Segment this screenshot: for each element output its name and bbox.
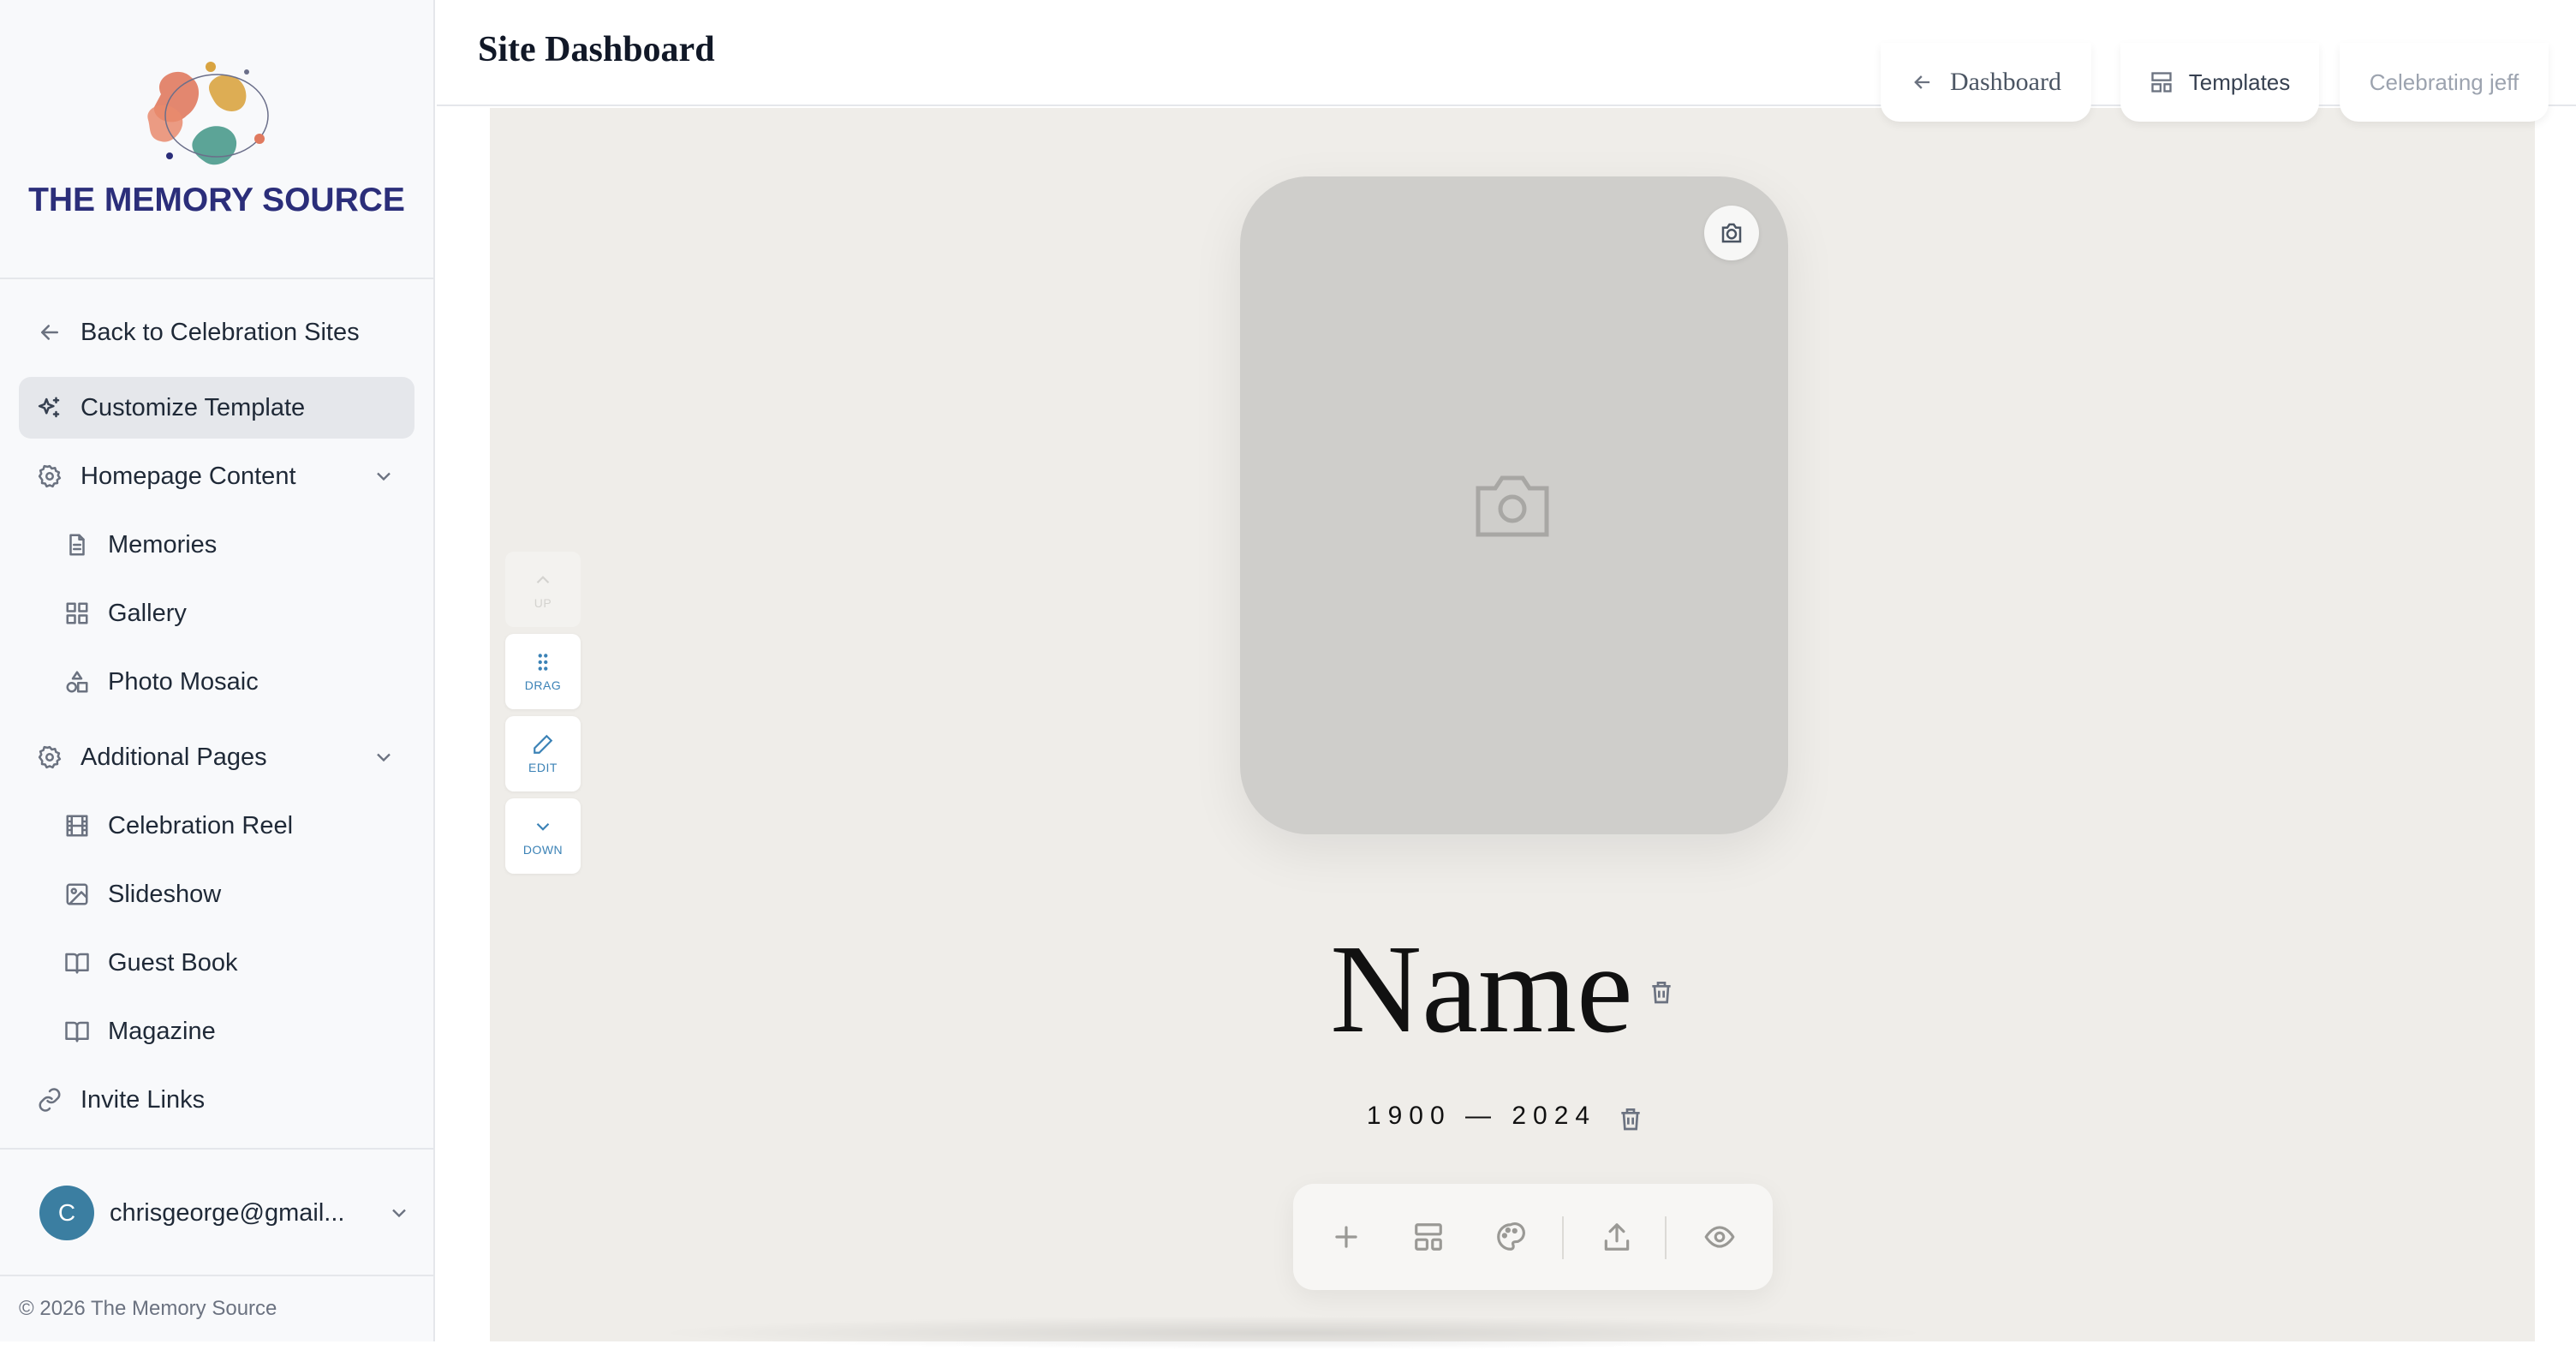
drag-label: DRAG [524, 678, 562, 692]
delete-dates-button[interactable] [1617, 1105, 1644, 1132]
brand-logo-icon [144, 60, 281, 176]
preview-button[interactable] [1692, 1210, 1747, 1264]
plus-icon [1335, 1226, 1357, 1248]
delete-name-button[interactable] [1648, 978, 1675, 1006]
chevron-down-icon [536, 822, 550, 831]
move-up-button[interactable]: UP [505, 552, 581, 627]
arrow-left-icon [1914, 75, 1930, 89]
layout-button[interactable] [1401, 1210, 1456, 1264]
sidebar-item-photo-mosaic[interactable]: Photo Mosaic [46, 651, 414, 713]
templates-button[interactable]: Templates [2120, 43, 2319, 122]
sidebar-item-customize-template[interactable]: Customize Template [19, 377, 414, 439]
sidebar-item-memories[interactable]: Memories [46, 514, 414, 576]
toolbar-divider [1562, 1216, 1564, 1259]
eye-icon [1704, 1226, 1735, 1248]
sidebar-item-guest-book[interactable]: Guest Book [46, 932, 414, 994]
sidebar-item-magazine[interactable]: Magazine [46, 1001, 414, 1062]
image-icon [46, 863, 108, 925]
palette-icon [1497, 1222, 1525, 1251]
logo-area: THE MEMORY SOURCE [0, 0, 433, 279]
sidebar-item-label: Invite Links [80, 1085, 206, 1114]
site-name-button[interactable]: Celebrating jeff [2340, 43, 2549, 122]
toolbar-divider [1665, 1216, 1667, 1259]
site-name-label: Celebrating jeff [2369, 69, 2519, 95]
gear-icon [19, 726, 80, 788]
sparkles-icon [19, 377, 80, 439]
next-section-shadow [651, 1316, 1935, 1350]
user-menu[interactable]: C chrisgeorge@gmail... [26, 1182, 411, 1244]
user-email: chrisgeorge@gmail... [110, 1198, 345, 1227]
arrow-left-icon [19, 302, 80, 363]
edit-label: EDIT [528, 761, 558, 774]
sidebar-item-slideshow[interactable]: Slideshow [46, 863, 414, 925]
sidebar-item-additional-pages[interactable]: Additional Pages [19, 726, 414, 788]
document-icon [46, 514, 108, 576]
dashboard-button[interactable]: Dashboard [1881, 43, 2091, 122]
layout-icon [2151, 72, 2172, 93]
sidebar-item-label: Additional Pages [80, 743, 267, 771]
back-to-celebration-sites-link[interactable]: Back to Celebration Sites [19, 302, 414, 363]
sidebar-divider [0, 1148, 433, 1150]
link-icon [19, 1069, 80, 1131]
add-section-button[interactable] [1319, 1210, 1374, 1264]
hero-dates[interactable]: 1900 — 2024 [1353, 1102, 1610, 1131]
edit-section-button[interactable]: EDIT [505, 716, 581, 791]
sidebar-item-label: Homepage Content [80, 462, 296, 490]
brand-name: THE MEMORY SOURCE [28, 182, 405, 218]
move-down-label: DOWN [522, 843, 564, 857]
drag-handle-icon [538, 654, 548, 671]
sidebar-item-label: Photo Mosaic [108, 667, 259, 696]
chevron-down-icon [372, 464, 396, 488]
sidebar-item-homepage-content[interactable]: Homepage Content [19, 445, 414, 507]
trash-icon [1652, 982, 1671, 1004]
sidebar-item-gallery[interactable]: Gallery [46, 582, 414, 644]
book-icon [46, 932, 108, 994]
sidebar-item-label: Guest Book [108, 948, 238, 977]
sidebar-item-label: Gallery [108, 599, 187, 627]
sidebar-item-invite-links[interactable]: Invite Links [19, 1069, 414, 1131]
camera-icon [1721, 223, 1742, 243]
sidebar-item-celebration-reel[interactable]: Celebration Reel [46, 795, 414, 857]
sidebar-item-label: Slideshow [108, 880, 222, 908]
trash-icon [1621, 1108, 1640, 1131]
publish-button[interactable] [1589, 1210, 1644, 1264]
avatar: C [39, 1186, 94, 1240]
sidebar-item-label: Customize Template [80, 393, 306, 421]
chevron-down-icon [372, 745, 396, 769]
page-title: Site Dashboard [478, 30, 715, 69]
copyright-text: © 2026 The Memory Source [19, 1297, 277, 1320]
shapes-icon [46, 651, 108, 713]
sidebar-item-label: Memories [108, 530, 218, 559]
layout-icon [1415, 1223, 1442, 1251]
drag-handle[interactable]: DRAG [505, 634, 581, 709]
camera-icon [1473, 471, 1552, 540]
templates-label: Templates [2188, 69, 2291, 95]
film-icon [46, 795, 108, 857]
theme-button[interactable] [1483, 1210, 1538, 1264]
move-up-label: UP [534, 596, 552, 610]
sidebar-item-label: Magazine [108, 1017, 216, 1045]
sidebar-item-label: Celebration Reel [108, 811, 294, 839]
sidebar: THE MEMORY SOURCE Back to Celebration Si… [0, 0, 435, 1341]
editor-toolbar [1293, 1184, 1773, 1290]
chevron-down-icon [387, 1201, 411, 1229]
dashboard-label: Dashboard [1950, 68, 2061, 96]
chevron-up-icon [536, 576, 550, 584]
grid-icon [46, 582, 108, 644]
upload-icon [1604, 1223, 1630, 1251]
back-link-label: Back to Celebration Sites [80, 318, 360, 346]
gear-icon [19, 445, 80, 507]
book-icon [46, 1001, 108, 1062]
move-down-button[interactable]: DOWN [505, 798, 581, 874]
pencil-icon [534, 734, 553, 754]
sidebar-divider [0, 1275, 433, 1276]
hero-name[interactable]: Name [1319, 917, 1644, 1062]
change-photo-button[interactable] [1704, 206, 1759, 260]
